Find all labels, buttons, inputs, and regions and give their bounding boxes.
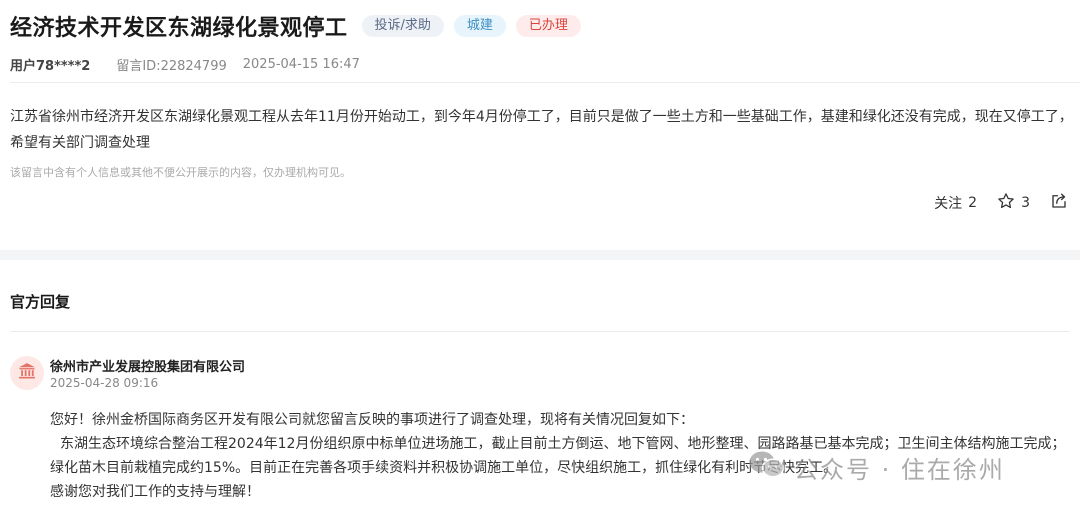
tag-group: 投诉/求助 城建 已办理: [361, 15, 581, 37]
org-name: 徐州市产业发展控股集团有限公司: [50, 360, 246, 375]
official-reply-heading: 官方回复: [10, 293, 71, 311]
meta-divider: [10, 82, 1080, 83]
reply-divider: [10, 331, 1070, 332]
follow-label: 关注: [934, 196, 963, 212]
message-content: 江苏省徐州市经济开发区东湖绿化景观工程从去年11月份开始动工，到今年4月份停工了…: [10, 109, 1073, 151]
wechat-icon: [748, 449, 786, 485]
section-separator: [0, 250, 1080, 260]
author-name: 用户78****2: [10, 58, 91, 74]
privacy-note: 该留言中含有个人信息或其他不便公开展示的内容，仅办理机构可见。: [10, 166, 351, 179]
post-title: 经济技术开发区东湖绿化景观停工: [10, 16, 348, 41]
post-meta: 用户78****2 留言ID:22824799 2025-04-15 16:47: [10, 55, 360, 74]
tag-category[interactable]: 城建: [453, 15, 506, 37]
government-building-icon: [17, 361, 37, 385]
star-button[interactable]: 3: [997, 192, 1030, 214]
post-datetime: 2025-04-15 16:47: [242, 56, 360, 72]
watermark-text: 公众号 · 住在徐州: [794, 455, 1005, 484]
message-id: 留言ID:22824799: [116, 58, 227, 74]
share-icon: [1050, 192, 1068, 214]
follow-count: 2: [968, 195, 978, 211]
post-header: 经济技术开发区东湖绿化景观停工 投诉/求助 城建 已办理: [10, 10, 1070, 42]
share-button[interactable]: [1050, 192, 1068, 214]
org-avatar: [10, 356, 44, 390]
post-actions: 关注 2 3: [934, 192, 1068, 214]
follow-counter: 关注 2: [934, 193, 977, 213]
star-outline-icon: [997, 192, 1015, 214]
star-count: 3: [1021, 195, 1030, 211]
reply-paragraph: 您好！徐州金桥国际商务区开发有限公司就您留言反映的事项进行了调查处理，现将有关情…: [50, 412, 694, 428]
watermark: 公众号 · 住在徐州: [748, 448, 1005, 486]
reply-datetime: 2025-04-28 09:16: [50, 376, 159, 390]
status-badge: 已办理: [515, 15, 581, 37]
tag-type[interactable]: 投诉/求助: [361, 15, 444, 37]
